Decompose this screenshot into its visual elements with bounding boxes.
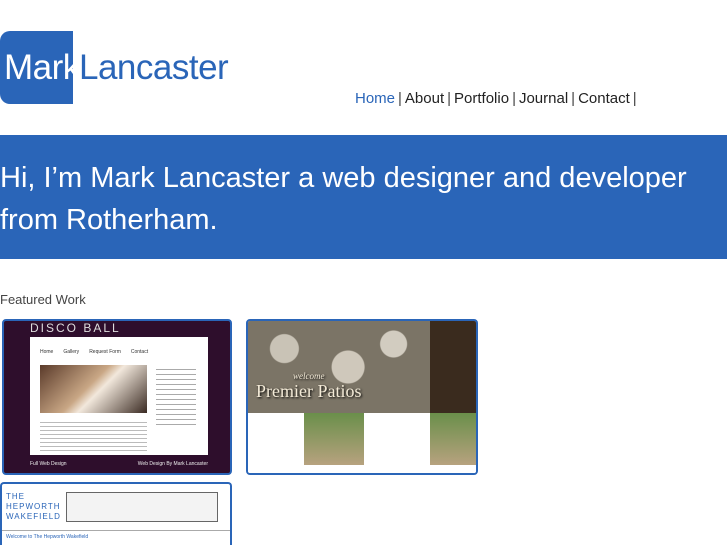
disco-ball-nav: Home Gallery Request Form Contact: [30, 337, 208, 355]
logo-last-block: Lancaster: [73, 31, 229, 104]
hero-text: Hi, I’m Mark Lancaster a web designer an…: [0, 162, 687, 236]
disco-nav-item: Request Form: [89, 349, 121, 355]
patios-name: Premier Patios: [256, 381, 362, 401]
disco-ball-title: DISCO BALL: [30, 321, 121, 335]
nav-home[interactable]: Home: [355, 90, 395, 107]
nav-portfolio[interactable]: Portfolio: [454, 90, 509, 107]
disco-ball-sidebar: [156, 365, 196, 425]
nav-separator: |: [512, 90, 516, 107]
disco-nav-item: Home: [40, 349, 54, 355]
hero-banner: Hi, I’m Mark Lancaster a web designer an…: [0, 135, 727, 259]
site-logo[interactable]: Mark Lancaster: [0, 31, 229, 104]
logo-first-block: Mark: [0, 31, 80, 104]
patios-welcome-small: welcome: [293, 371, 325, 381]
patios-photo: [304, 413, 364, 465]
hepworth-logo-line: WAKEFIELD: [6, 512, 61, 521]
hepworth-logo-line: HEPWORTH: [6, 502, 61, 511]
nav-separator: |: [632, 90, 637, 107]
disco-footer-right: Web Design By Mark Lancaster: [137, 461, 208, 467]
portfolio-thumb-premier-patios[interactable]: welcome Premier Patios: [246, 319, 478, 475]
logo-last-name: Lancaster: [79, 47, 229, 87]
hepworth-logo-line: THE: [6, 492, 25, 501]
nav-contact[interactable]: Contact: [578, 90, 630, 107]
featured-work-heading: Featured Work: [0, 292, 86, 307]
hepworth-bar: Welcome to The Hepworth Wakefield: [2, 530, 230, 545]
portfolio-thumb-hepworth[interactable]: THE HEPWORTH WAKEFIELD Welcome to The He…: [0, 482, 232, 545]
hepworth-logo: THE HEPWORTH WAKEFIELD: [6, 492, 61, 522]
patios-photo: [430, 413, 476, 465]
disco-ball-text-lines: [40, 419, 147, 451]
portfolio-thumb-disco-ball[interactable]: DISCO BALL Home Gallery Request Form Con…: [2, 319, 232, 475]
patios-side-menu: [430, 321, 476, 413]
disco-nav-item: Contact: [130, 349, 149, 355]
disco-footer-left: Full Web Design: [30, 461, 67, 467]
disco-ball-page: Home Gallery Request Form Contact: [30, 337, 208, 455]
logo-first-name: Mark: [4, 47, 80, 87]
main-nav: Home | About | Portfolio | Journal | Contact |: [355, 90, 640, 107]
disco-ball-photo: [40, 365, 147, 413]
nav-separator: |: [398, 90, 402, 107]
nav-journal[interactable]: Journal: [519, 90, 568, 107]
disco-ball-footer: Full Web Design Web Design By Mark Lanca…: [30, 461, 208, 467]
nav-about[interactable]: About: [405, 90, 444, 107]
nav-separator: |: [447, 90, 452, 107]
disco-nav-item: Gallery: [63, 349, 80, 355]
hepworth-building-drawing: [66, 492, 218, 522]
patios-lower-content: [248, 413, 476, 473]
patios-welcome: welcome Premier Patios: [256, 371, 362, 402]
nav-separator: |: [571, 90, 576, 107]
patios-cobble-image: welcome Premier Patios: [248, 321, 430, 413]
